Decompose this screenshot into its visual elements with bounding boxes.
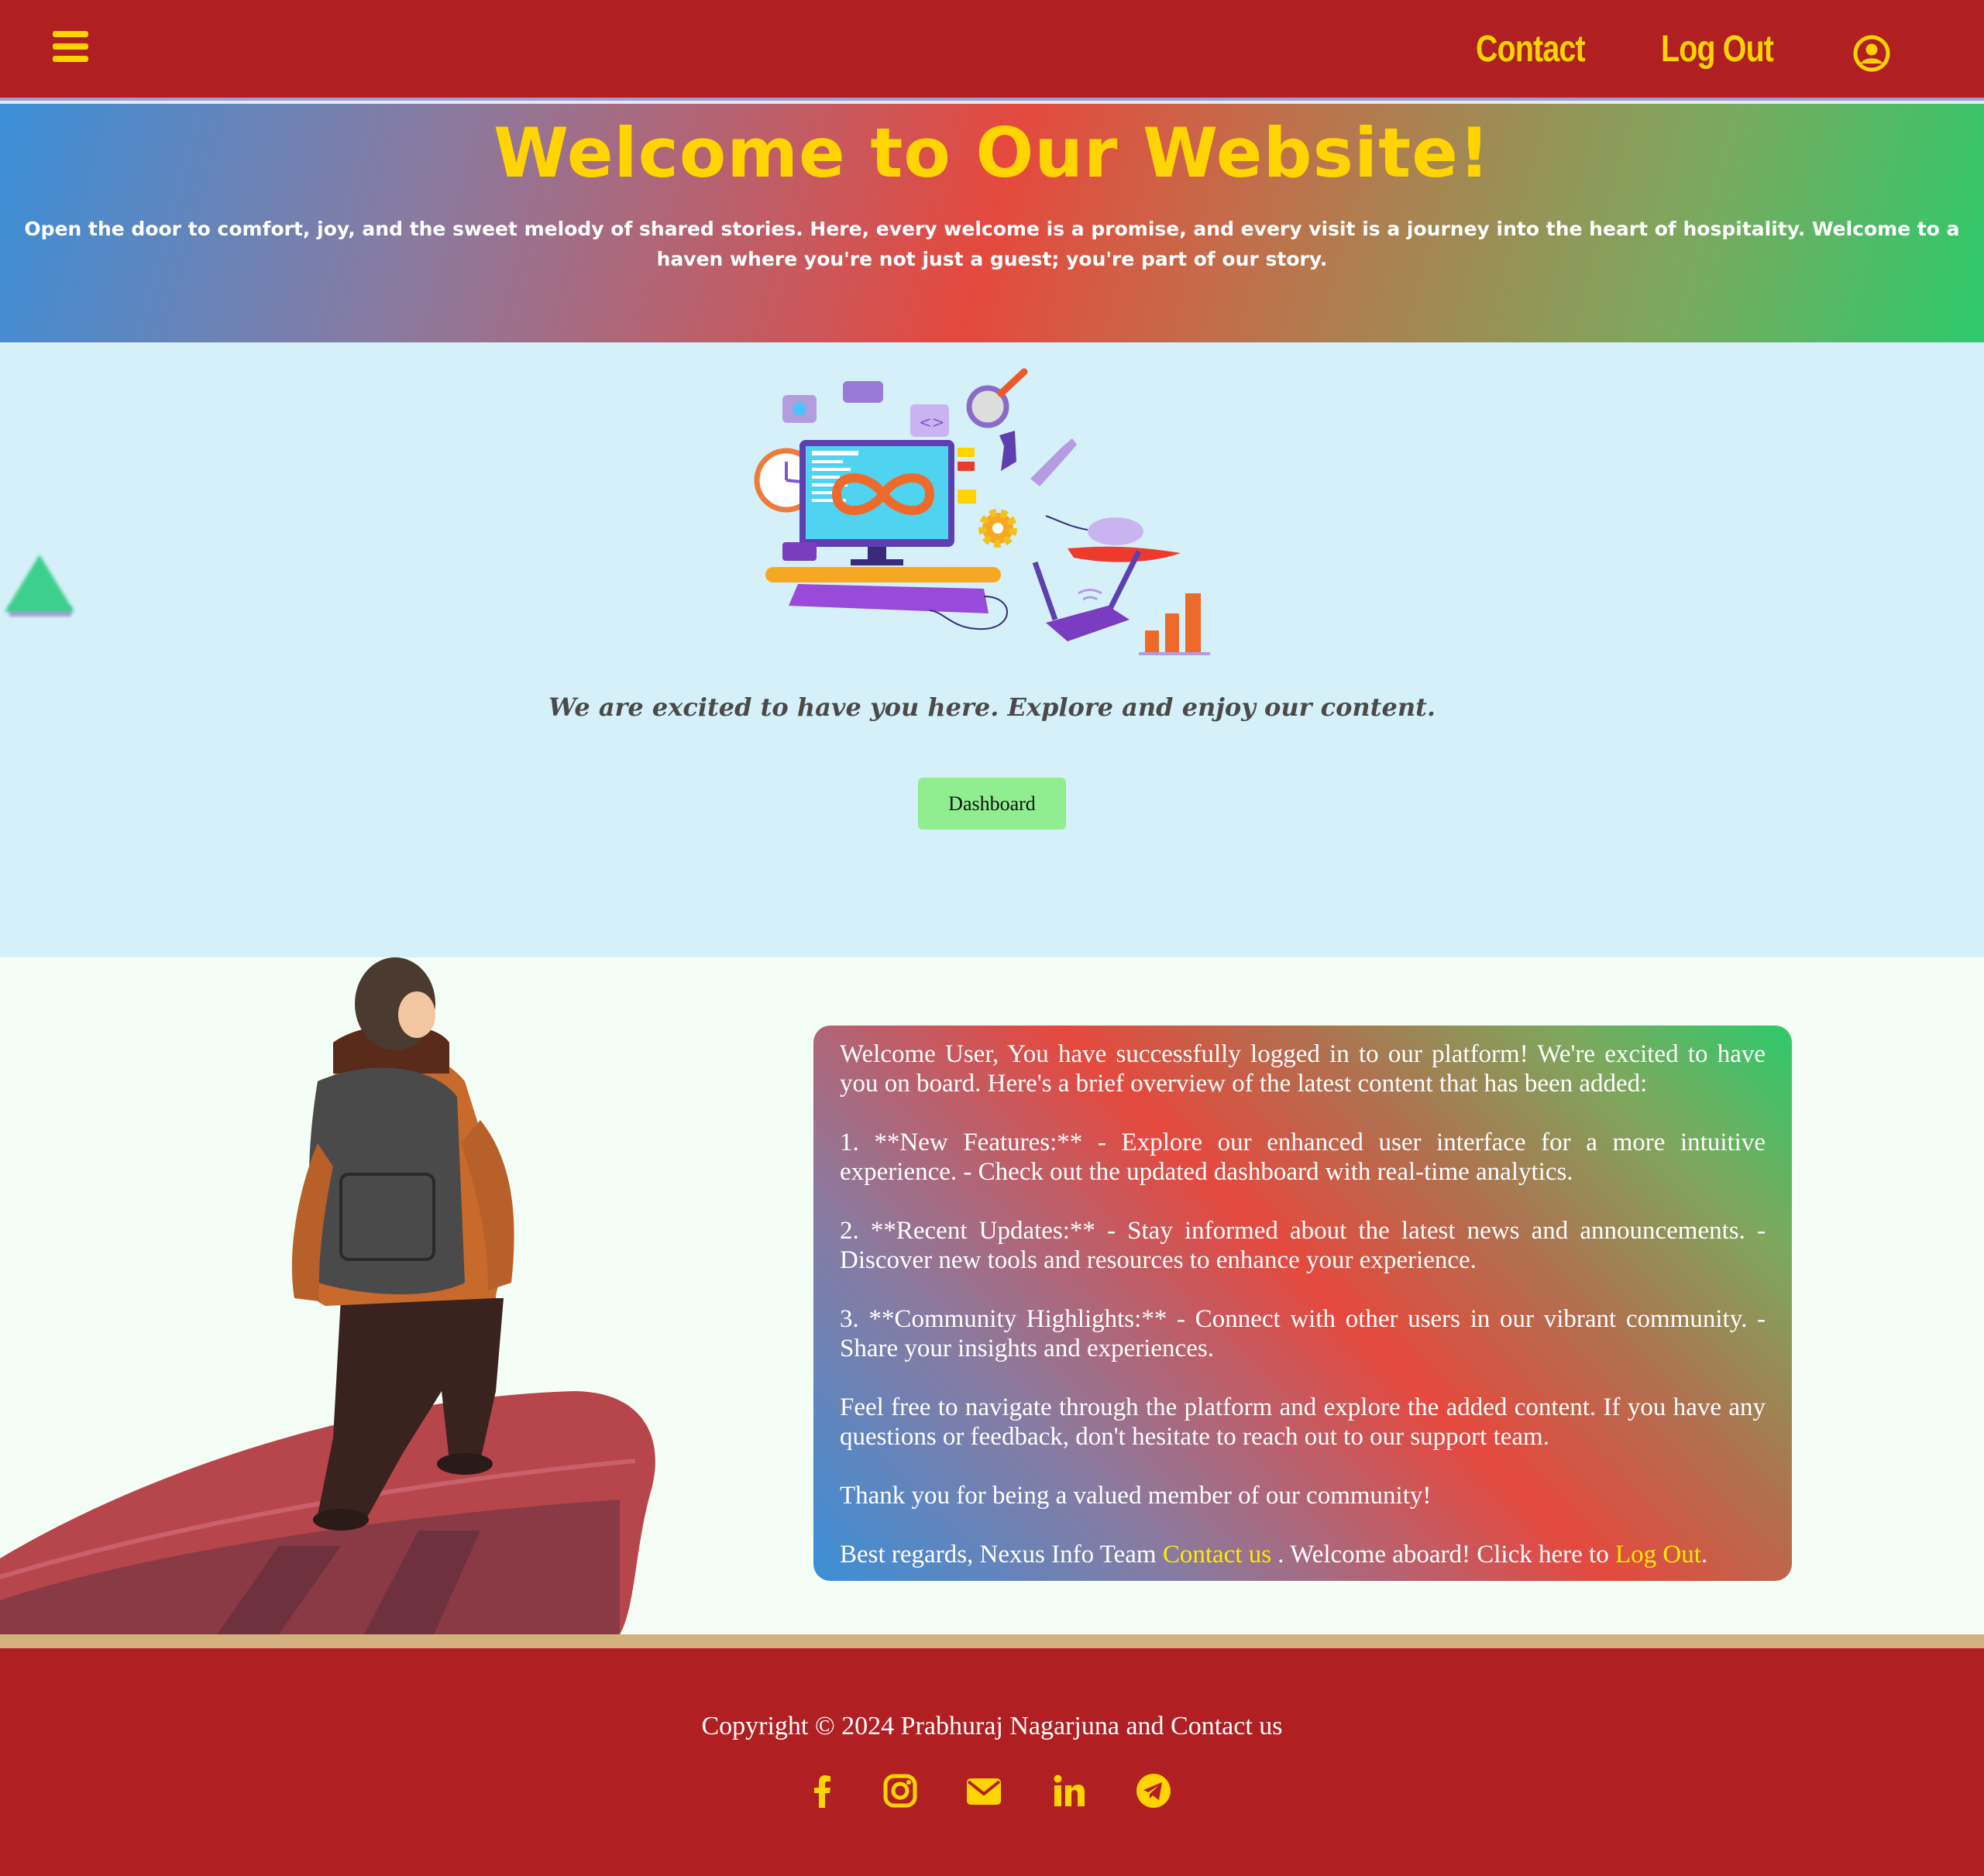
info-paragraph-thanks: Thank you for being a valued member of o… bbox=[840, 1482, 1432, 1510]
page-footer: Copyright © 2024 Prabhuraj Nagarjuna and… bbox=[0, 1648, 1984, 1876]
nav-contact-link[interactable]: Contact bbox=[1476, 28, 1586, 70]
info-paragraph-signoff: Best regards, Nexus Info Team Contact us… bbox=[840, 1540, 1766, 1569]
hero-description: Open the door to comfort, joy, and the s… bbox=[24, 218, 1960, 270]
welcome-section: <> We are excited to have you here. Expl… bbox=[0, 342, 1984, 957]
copyright-text: Copyright © 2024 Prabhuraj Nagarjuna and… bbox=[701, 1712, 1283, 1740]
info-paragraph-new-features: 1. **New Features:** - Explore our enhan… bbox=[840, 1129, 1766, 1186]
top-navbar: Contact Log Out bbox=[0, 0, 1984, 101]
welcome-message-card: Welcome User, You have successfully logg… bbox=[813, 1026, 1792, 1581]
email-icon[interactable] bbox=[965, 1772, 1002, 1809]
logout-link[interactable]: Log Out bbox=[1615, 1541, 1701, 1568]
content-section: Welcome User, You have successfully logg… bbox=[0, 957, 1984, 1634]
hiker-on-cliff-illustration bbox=[0, 957, 655, 1634]
info-paragraph-community: 3. **Community Highlights:** - Connect w… bbox=[840, 1305, 1766, 1362]
triangle-decoration-icon bbox=[5, 555, 74, 617]
footer-divider bbox=[0, 1634, 1984, 1648]
developer-workspace-illustration: <> bbox=[754, 368, 1210, 655]
hero-banner: Welcome to Our Website! Open the door to… bbox=[0, 104, 1984, 342]
nav-logout-link[interactable]: Log Out bbox=[1661, 28, 1774, 70]
svg-text:<>: <> bbox=[919, 413, 945, 431]
telegram-icon[interactable] bbox=[1135, 1772, 1172, 1809]
linkedin-icon[interactable] bbox=[1050, 1772, 1088, 1809]
signoff-text: Best regards, Nexus Info Team bbox=[840, 1541, 1163, 1568]
signoff-middle-text: . Welcome aboard! Click here to bbox=[1271, 1541, 1615, 1568]
social-links bbox=[0, 1772, 1984, 1819]
instagram-icon[interactable] bbox=[882, 1772, 919, 1809]
info-paragraph-support: Feel free to navigate through the platfo… bbox=[840, 1393, 1766, 1451]
signoff-period: . bbox=[1700, 1541, 1708, 1568]
welcome-tagline: We are excited to have you here. Explore… bbox=[548, 692, 1436, 722]
contact-us-link[interactable]: Contact us bbox=[1163, 1541, 1271, 1568]
hero-title: Welcome to Our Website! bbox=[493, 113, 1491, 193]
facebook-icon[interactable] bbox=[804, 1772, 841, 1809]
hamburger-menu-icon[interactable] bbox=[53, 31, 88, 65]
info-paragraph-recent-updates: 2. **Recent Updates:** - Stay informed a… bbox=[840, 1217, 1766, 1274]
dashboard-button[interactable]: Dashboard bbox=[918, 778, 1066, 830]
user-circle-icon[interactable] bbox=[1853, 35, 1890, 72]
info-paragraph-intro: Welcome User, You have successfully logg… bbox=[840, 1040, 1766, 1098]
